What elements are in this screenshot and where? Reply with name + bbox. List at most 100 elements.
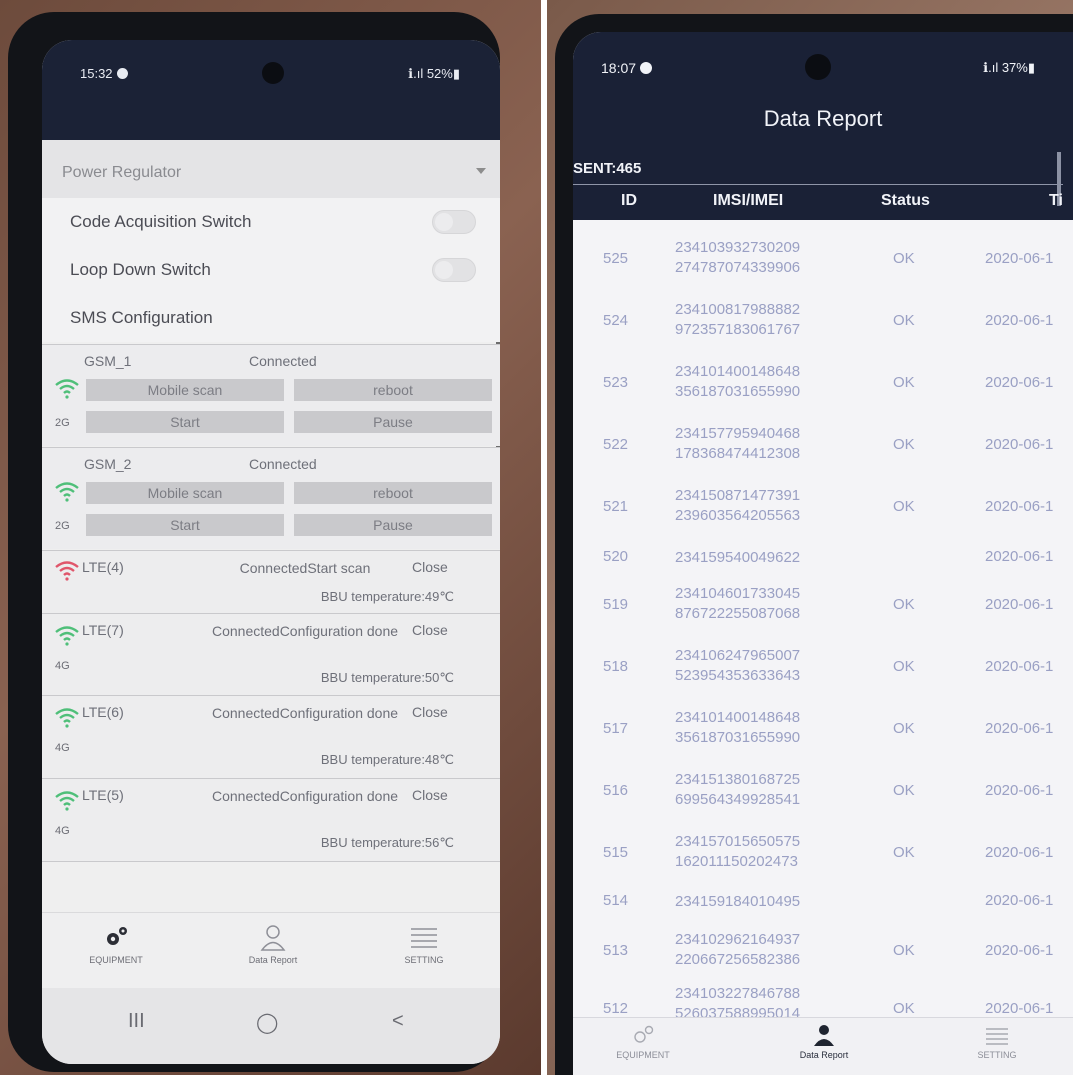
recents-button[interactable]: III xyxy=(128,1010,145,1033)
row-time: 2020-06-1 xyxy=(985,942,1054,959)
list-icon xyxy=(411,928,437,948)
nav-data-report-label: Data Report xyxy=(799,1050,849,1060)
table-row[interactable]: 521 234150871477391 239603564205563 OK 20… xyxy=(573,476,1073,538)
reboot-button[interactable]: reboot xyxy=(294,379,492,401)
status-bar: 15:32 ℹ︎.ıl 52%▮ xyxy=(42,40,500,140)
close-button[interactable]: Close xyxy=(412,559,448,575)
gsm-2-block: GSM_2 Connected 2G Mobile scan reboot St… xyxy=(42,447,500,549)
row-imsi: 234157015650575 162011150202473 xyxy=(675,833,801,870)
row-id: 512 xyxy=(603,1000,629,1017)
signal-battery: ℹ︎.ıl 37%▮ xyxy=(983,60,1035,75)
close-button[interactable]: Close xyxy=(412,622,448,638)
mobile-scan-button[interactable]: Mobile scan xyxy=(86,379,284,401)
code-acquisition-toggle[interactable] xyxy=(432,210,476,234)
column-header-imsi: IMSI/IMEI xyxy=(713,192,784,209)
row-id: 516 xyxy=(603,782,629,799)
gears-icon xyxy=(634,1025,654,1043)
row-time: 2020-06-1 xyxy=(985,892,1054,909)
wifi-green-icon xyxy=(55,708,79,728)
dropdown-label: Power Regulator xyxy=(62,164,182,181)
row-status: OK xyxy=(893,312,915,329)
row-status: OK xyxy=(893,436,915,453)
nav-setting[interactable]: SETTING xyxy=(957,1024,1037,1060)
row-status: OK xyxy=(893,374,915,391)
person-icon xyxy=(260,925,286,951)
row-imsi: 234103932730209 274787074339906 xyxy=(675,239,801,276)
toggle-knob xyxy=(435,213,453,231)
lte-5-block: 4G LTE(5) ConnectedConfiguration done Cl… xyxy=(42,778,500,862)
reboot-button[interactable]: reboot xyxy=(294,482,492,504)
nav-setting[interactable]: SETTING xyxy=(384,923,464,965)
nav-equipment[interactable]: EQUIPMENT xyxy=(76,923,156,965)
row-time: 2020-06-1 xyxy=(985,436,1054,453)
lte-7-block: 4G LTE(7) ConnectedConfiguration done Cl… xyxy=(42,613,500,695)
table-row[interactable]: 514 234159184010495 2020-06-1 xyxy=(573,884,1073,920)
row-id: 515 xyxy=(603,844,629,861)
row-imsi: 234104601733045 876722255087068 xyxy=(675,585,801,622)
row-id: 522 xyxy=(603,436,629,453)
row-id: 518 xyxy=(603,658,629,675)
band-label: 4G xyxy=(55,742,70,754)
sms-configuration-row[interactable]: SMS Configuration xyxy=(42,294,500,342)
front-camera xyxy=(805,54,831,80)
start-button[interactable]: Start xyxy=(86,411,284,433)
row-time: 2020-06-1 xyxy=(985,844,1054,861)
mobile-scan-button[interactable]: Mobile scan xyxy=(86,482,284,504)
table-row[interactable]: 519 234104601733045 876722255087068 OK 20… xyxy=(573,574,1073,636)
list-icon xyxy=(986,1028,1008,1045)
gsm-name: GSM_1 xyxy=(84,353,132,369)
pause-button[interactable]: Pause xyxy=(294,514,492,536)
table-row[interactable]: 512 234103227846788 526037588995014 OK 20… xyxy=(573,982,1073,1022)
nav-data-report[interactable]: Data Report xyxy=(228,923,318,965)
lte-name: LTE(5) xyxy=(82,787,124,803)
wifi-green-icon xyxy=(55,482,79,502)
notification-icon xyxy=(116,68,128,79)
table-row[interactable]: 518 234106247965007 523954353633643 OK 20… xyxy=(573,636,1073,698)
row-time: 2020-06-1 xyxy=(985,250,1054,267)
signal-battery: ℹ︎.ıl 52%▮ xyxy=(408,66,460,81)
gsm-1-block: GSM_1 Connected 2G Mobile scan reboot St… xyxy=(42,344,500,446)
table-row[interactable]: 520 234159540049622 2020-06-1 xyxy=(573,538,1073,574)
row-status: OK xyxy=(893,498,915,515)
pause-button[interactable]: Pause xyxy=(294,411,492,433)
wifi-green-icon xyxy=(55,791,79,811)
table-row[interactable]: 525 234103932730209 274787074339906 OK 20… xyxy=(573,228,1073,290)
row-status: OK xyxy=(893,250,915,267)
data-report-header: 18:07 ℹ︎.ıl 37%▮ Data Report SENT:465 ID… xyxy=(573,32,1073,220)
nav-data-report[interactable]: Data Report xyxy=(779,1024,869,1060)
loop-down-toggle[interactable] xyxy=(432,258,476,282)
start-button[interactable]: Start xyxy=(86,514,284,536)
power-regulator-dropdown[interactable]: Power Regulator xyxy=(42,140,500,198)
lte-6-block: 4G LTE(6) ConnectedConfiguration done Cl… xyxy=(42,695,500,778)
table-row[interactable]: 522 234157795940468 178368474412308 OK 20… xyxy=(573,414,1073,476)
nav-equipment-label: EQUIPMENT xyxy=(89,955,143,965)
row-status: OK xyxy=(893,942,915,959)
sms-configuration-label: SMS Configuration xyxy=(70,308,213,327)
table-row[interactable]: 513 234102962164937 220667256582386 OK 20… xyxy=(573,920,1073,982)
bbu-temperature: BBU temperature:48℃ xyxy=(320,752,454,767)
equipment-content: Power Regulator Code Acquisition Switch … xyxy=(42,140,500,988)
row-status: OK xyxy=(893,844,915,861)
bottom-nav: EQUIPMENT Data Report SETTING xyxy=(42,912,500,988)
column-header-status: Status xyxy=(881,192,930,209)
front-camera xyxy=(262,62,284,84)
back-button[interactable]: < xyxy=(392,1010,404,1033)
row-status: OK xyxy=(893,1000,915,1017)
wifi-green-icon xyxy=(55,626,79,646)
row-id: 521 xyxy=(603,498,629,515)
table-row[interactable]: 515 234157015650575 162011150202473 OK 20… xyxy=(573,822,1073,884)
close-button[interactable]: Close xyxy=(412,787,448,803)
status-time: 15:32 xyxy=(80,66,128,81)
table-row[interactable]: 516 234151380168725 699564349928541 OK 20… xyxy=(573,760,1073,822)
table-row[interactable]: 517 234101400148648 356187031655990 OK 20… xyxy=(573,698,1073,760)
nav-setting-label: SETTING xyxy=(977,1050,1017,1060)
home-button[interactable]: ◯ xyxy=(256,1010,278,1035)
sent-count: SENT:465 xyxy=(573,160,642,177)
close-button[interactable]: Close xyxy=(412,704,448,720)
right-phone-body: 18:07 ℹ︎.ıl 37%▮ Data Report SENT:465 ID… xyxy=(555,14,1073,1075)
dropdown-arrow-icon xyxy=(476,168,486,174)
table-row[interactable]: 524 234100817988882 972357183061767 OK 20… xyxy=(573,290,1073,352)
row-status: OK xyxy=(893,782,915,799)
nav-equipment[interactable]: EQUIPMENT xyxy=(603,1024,683,1060)
table-row[interactable]: 523 234101400148648 356187031655990 OK 20… xyxy=(573,352,1073,414)
